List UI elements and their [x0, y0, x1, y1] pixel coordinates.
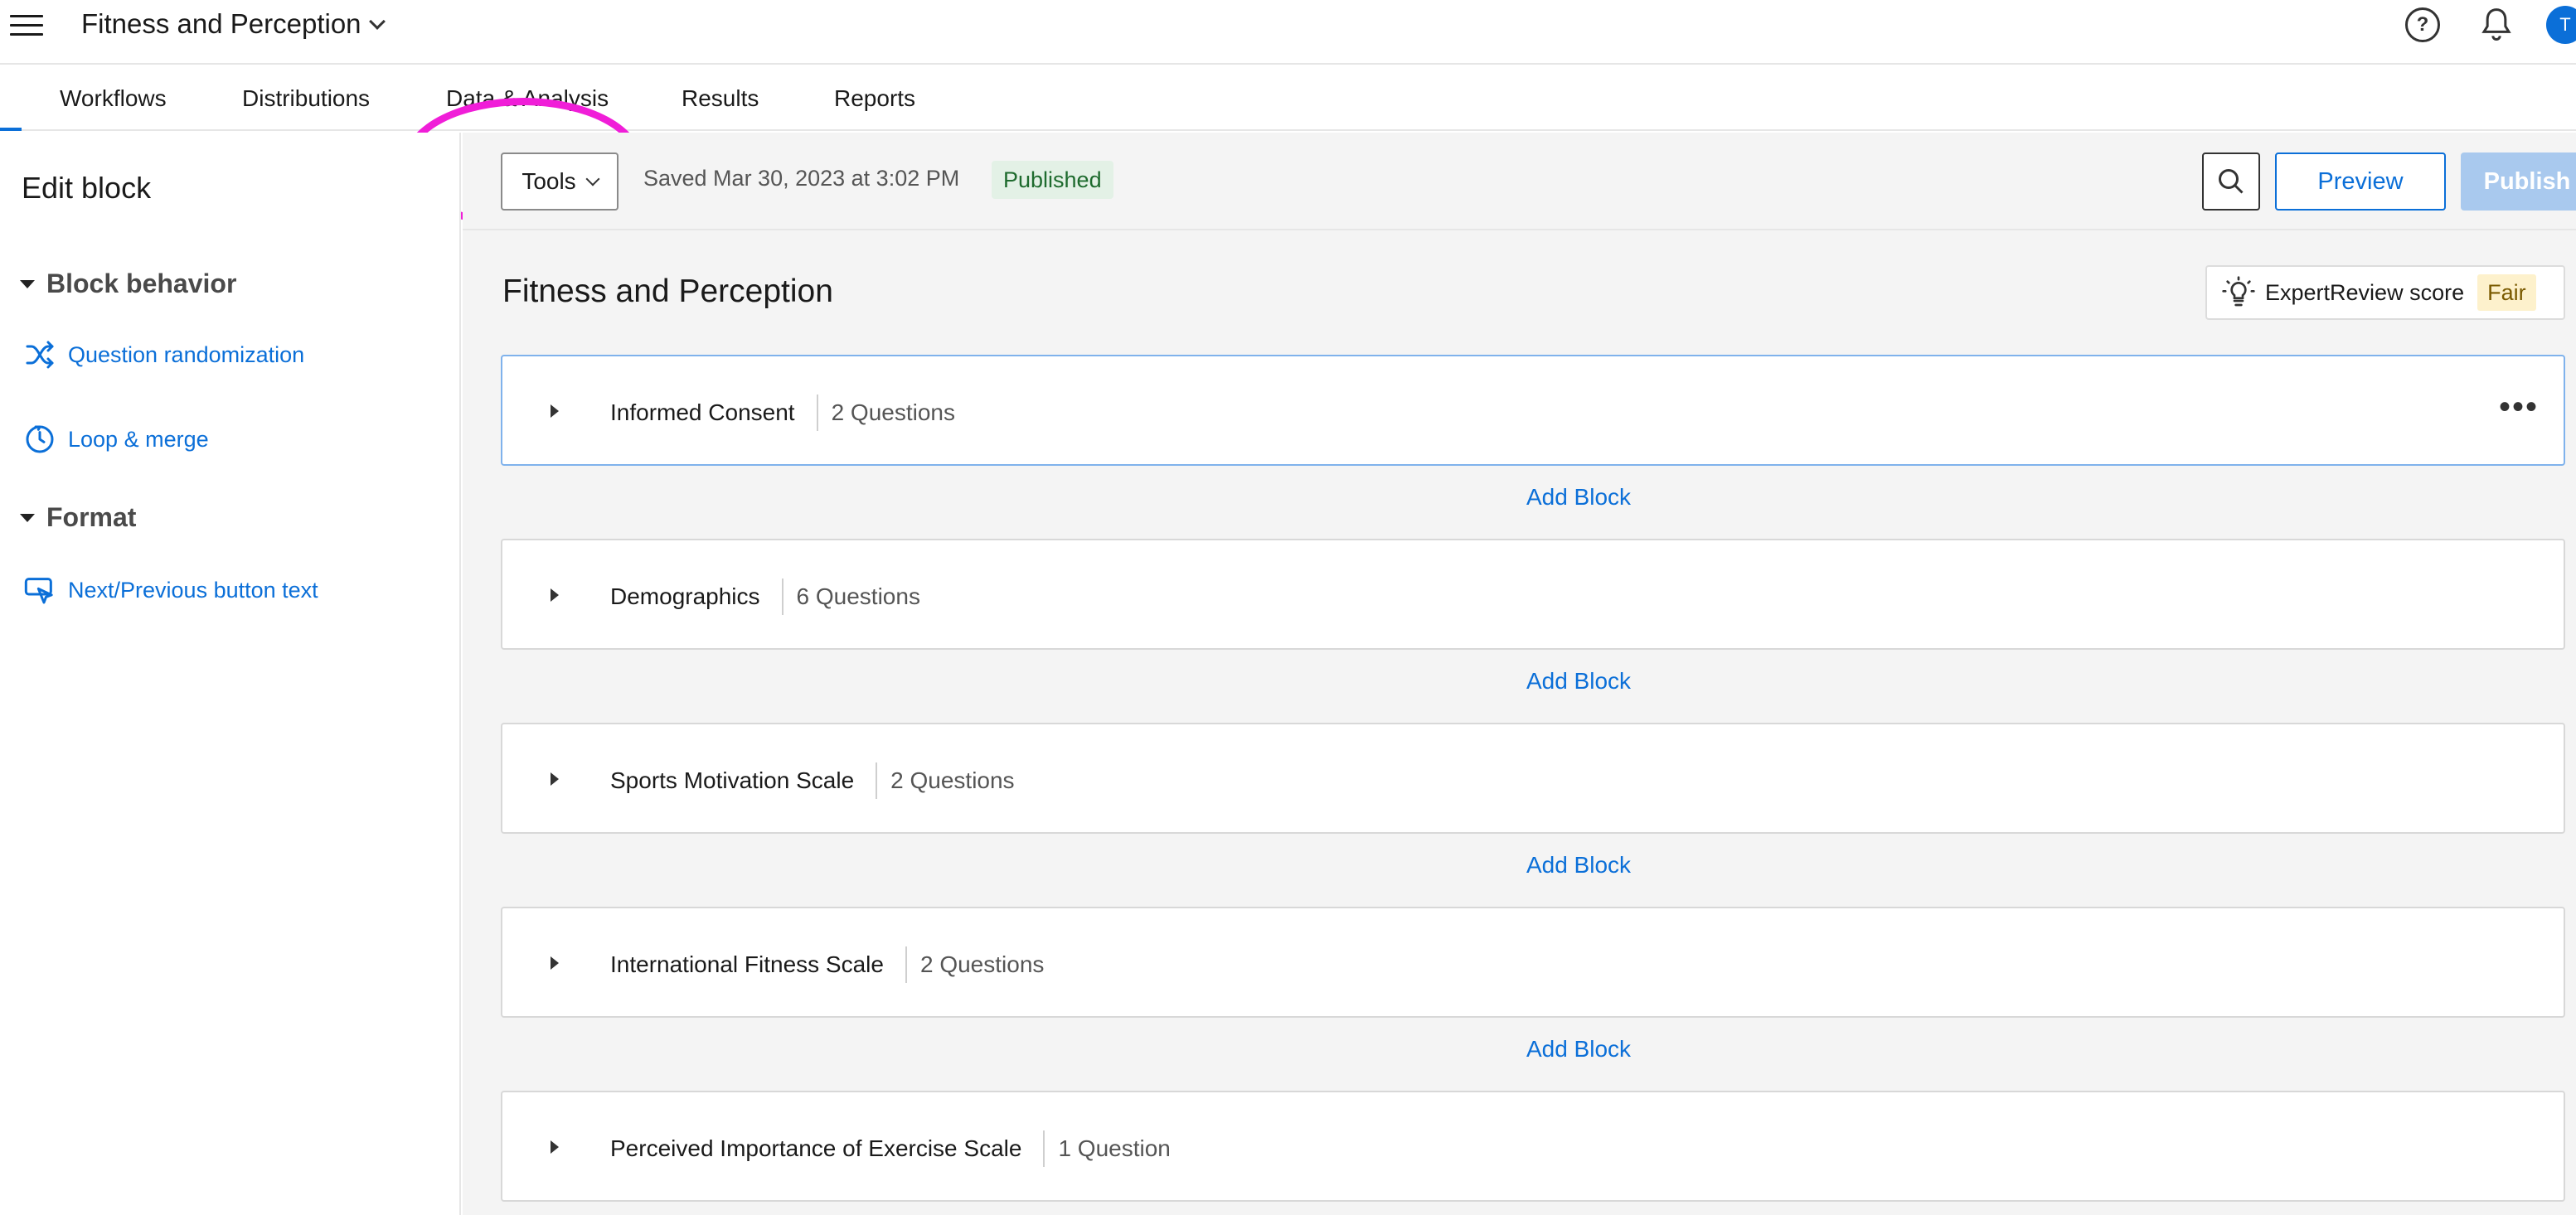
sidebar-item-label: Loop & merge [68, 426, 209, 452]
editor-toolbar: Tools Saved Mar 30, 2023 at 3:02 PM Publ… [463, 133, 2576, 230]
project-title-dropdown[interactable]: Fitness and Perception [81, 8, 386, 40]
section-format[interactable]: Format [20, 502, 136, 533]
section-block-behavior[interactable]: Block behavior [20, 269, 236, 299]
caret-down-icon [20, 279, 35, 288]
survey-block[interactable]: Perceived Importance of Exercise Scale 1… [501, 1091, 2565, 1202]
edit-block-sidebar: Edit block Block behavior Question rando… [0, 133, 461, 1215]
expert-review-score-button[interactable]: ExpertReview score Fair [2205, 265, 2565, 320]
loop-icon [26, 425, 54, 453]
hamburger-menu-icon[interactable] [10, 8, 46, 41]
question-count: 2 Questions [919, 951, 1045, 977]
divider [876, 762, 878, 799]
active-tab-indicator [0, 128, 22, 131]
add-block-link[interactable]: Add Block [1479, 484, 1678, 511]
publish-button[interactable]: Publish [2461, 152, 2576, 211]
shuffle-icon [26, 341, 54, 369]
lightbulb-icon [2222, 276, 2255, 307]
loop-merge-link[interactable]: Loop & merge [23, 423, 209, 456]
tab-distributions[interactable]: Distributions [242, 66, 370, 131]
survey-title: Fitness and Perception [502, 273, 833, 309]
expand-caret-icon[interactable] [551, 588, 559, 602]
sidebar-title: Edit block [22, 171, 152, 205]
preview-button[interactable]: Preview [2275, 152, 2446, 211]
top-bar: Fitness and Perception ? T [0, 0, 2576, 65]
expand-caret-icon[interactable] [551, 956, 559, 970]
more-options-icon[interactable]: ••• [2499, 390, 2539, 424]
add-block-link[interactable]: Add Block [1479, 852, 1678, 879]
add-block-link[interactable]: Add Block [1479, 668, 1678, 695]
status-badge: Published [992, 161, 1113, 199]
next-previous-button-text-link[interactable]: Next/Previous button text [23, 574, 318, 607]
tools-dropdown-button[interactable]: Tools [501, 152, 619, 211]
main-nav-tabs: Workflows Distributions Data & Analysis … [0, 66, 2576, 229]
saved-timestamp: Saved Mar 30, 2023 at 3:02 PM [643, 166, 960, 191]
divider [1043, 1130, 1045, 1167]
search-button[interactable] [2202, 152, 2260, 211]
tab-data-analysis[interactable]: Data & Analysis [446, 66, 609, 131]
question-count: 2 Questions [831, 399, 955, 425]
caret-down-icon [20, 513, 35, 522]
question-count: 2 Questions [890, 767, 1015, 793]
sidebar-item-label: Next/Previous button text [68, 577, 318, 603]
cursor-click-icon [24, 578, 53, 604]
expand-caret-icon[interactable] [551, 1140, 559, 1154]
tab-reports[interactable]: Reports [834, 66, 915, 131]
sidebar-item-label: Question randomization [68, 341, 305, 367]
expand-caret-icon[interactable] [551, 772, 559, 786]
section-header-label: Format [46, 502, 137, 532]
tab-workflows[interactable]: Workflows [60, 66, 167, 131]
block-name: Informed Consent [610, 399, 795, 425]
project-title: Fitness and Perception [81, 8, 361, 39]
expand-caret-icon[interactable] [551, 404, 559, 418]
question-count: 1 Question [1058, 1135, 1171, 1161]
search-icon [2219, 169, 2244, 194]
section-header-label: Block behavior [46, 269, 237, 298]
chevron-down-icon [368, 13, 386, 30]
tools-label: Tools [522, 168, 576, 194]
help-icon[interactable]: ? [2405, 7, 2440, 42]
survey-block[interactable]: International Fitness Scale 2 Questions [501, 907, 2565, 1018]
block-name: Demographics [610, 583, 760, 609]
question-randomization-link[interactable]: Question randomization [23, 338, 304, 371]
block-name: Sports Motivation Scale [610, 767, 855, 793]
survey-block[interactable]: Informed Consent 2 Questions ••• [501, 355, 2565, 466]
question-count: 6 Questions [796, 583, 920, 609]
chevron-down-icon [585, 172, 600, 186]
block-name: International Fitness Scale [610, 951, 884, 977]
divider [905, 946, 907, 983]
survey-block[interactable]: Sports Motivation Scale 2 Questions [501, 723, 2565, 834]
block-name: Perceived Importance of Exercise Scale [610, 1135, 1022, 1161]
avatar[interactable]: T [2546, 6, 2576, 44]
divider [781, 578, 783, 615]
survey-block[interactable]: Demographics 6 Questions [501, 539, 2565, 650]
tab-results[interactable]: Results [682, 66, 759, 131]
expert-review-score-badge: Fair [2477, 274, 2536, 311]
top-icons: ? T [2405, 5, 2576, 45]
expert-review-label: ExpertReview score [2265, 279, 2465, 305]
bell-icon[interactable] [2480, 7, 2513, 43]
add-block-link[interactable]: Add Block [1479, 1036, 1678, 1063]
survey-editor-main: Tools Saved Mar 30, 2023 at 3:02 PM Publ… [463, 133, 2576, 1215]
divider [816, 395, 818, 431]
